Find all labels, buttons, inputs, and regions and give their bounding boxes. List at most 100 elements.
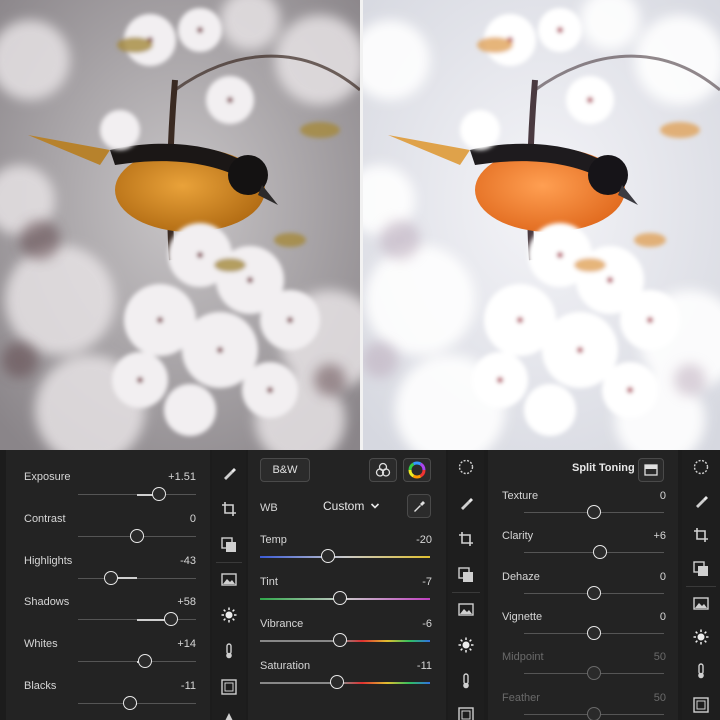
contrast-value[interactable]: 0 (190, 513, 196, 525)
split-toning-icon (644, 464, 658, 476)
vignette-frame-icon[interactable] (457, 706, 475, 720)
highlights-label: Highlights (24, 554, 73, 567)
image-adjust-icon[interactable] (457, 600, 475, 618)
vignette-slider-thumb[interactable] (587, 625, 601, 640)
thermometer-icon[interactable] (692, 662, 710, 680)
texture-label: Texture (502, 490, 539, 502)
feather-label: Feather (502, 691, 540, 704)
layers-icon[interactable] (692, 560, 710, 578)
brush-icon[interactable] (457, 494, 475, 512)
eyedropper-icon (414, 501, 425, 512)
thermometer-icon[interactable] (220, 642, 238, 660)
temp-value[interactable]: -20 (416, 534, 432, 546)
color-mix-button[interactable] (369, 458, 397, 482)
image-adjust-icon[interactable] (220, 570, 238, 588)
split-toning-label: Split Toning (572, 462, 635, 474)
saturation-slider-thumb[interactable] (329, 675, 344, 689)
shadows-label: Shadows (24, 596, 70, 609)
bw-button[interactable]: B&W (260, 458, 310, 482)
shadows-slider-thumb[interactable] (164, 612, 179, 627)
wb-value: Custom (323, 499, 365, 513)
sun-icon[interactable] (692, 628, 710, 646)
contrast-label: Contrast (24, 512, 66, 525)
clarity-slider-thumb[interactable] (592, 545, 607, 560)
crop-icon[interactable] (457, 530, 475, 548)
midpoint-value[interactable]: 50 (654, 651, 666, 663)
exposure-slider-thumb[interactable] (152, 487, 167, 501)
tint-value[interactable]: -7 (422, 576, 432, 588)
sun-icon[interactable] (220, 606, 238, 624)
edit-panels: Exposure +1.51 Contrast 0 Highlights -43 Shado… (0, 450, 720, 720)
effects-panel: Split Toning Texture 0 Clarity +6 Dehaze 0 Vig… (488, 450, 678, 720)
tool-rail-2 (448, 450, 484, 720)
feather-slider-thumb[interactable] (587, 706, 601, 720)
image-adjust-icon[interactable] (692, 594, 710, 612)
vignette-frame-icon[interactable] (692, 696, 710, 714)
sun-icon[interactable] (457, 636, 475, 654)
color-panel: B&W WB Custom Temp -20 Tint -7 Vibrance -6 Sat… (248, 450, 446, 720)
blacks-value[interactable]: -11 (181, 680, 196, 692)
feather-value[interactable]: 50 (654, 692, 666, 704)
saturation-slider-track[interactable] (260, 682, 430, 684)
contrast-slider-thumb[interactable] (130, 528, 144, 543)
clarity-value[interactable]: +6 (653, 530, 666, 542)
before-after-comparison (0, 0, 720, 450)
midpoint-label: Midpoint (502, 651, 544, 664)
vibrance-label: Vibrance (260, 618, 304, 630)
dehaze-value[interactable]: 0 (660, 571, 666, 583)
color-wheel-icon (408, 461, 426, 479)
temp-slider-thumb[interactable] (321, 549, 335, 563)
blacks-slider-track[interactable] (78, 703, 196, 704)
vignette-label: Vignette (502, 610, 543, 623)
blacks-label: Blacks (24, 680, 57, 692)
color-grading-button[interactable] (403, 458, 431, 482)
crop-icon[interactable] (692, 526, 710, 544)
vignette-frame-icon[interactable] (220, 678, 238, 696)
after-photo (360, 0, 720, 450)
clarity-label: Clarity (502, 530, 534, 543)
saturation-label: Saturation (260, 660, 311, 672)
dehaze-slider-thumb[interactable] (587, 585, 601, 600)
vibrance-slider-thumb[interactable] (332, 633, 347, 647)
presets-icon[interactable] (692, 458, 710, 476)
eyedropper-button[interactable] (407, 494, 431, 518)
texture-slider-thumb[interactable] (587, 505, 601, 519)
dehaze-label: Dehaze (502, 570, 540, 583)
texture-value[interactable]: 0 (660, 490, 666, 502)
whites-label: Whites (24, 638, 58, 651)
layers-icon[interactable] (220, 536, 238, 554)
brush-icon[interactable] (220, 464, 238, 482)
thermometer-icon[interactable] (457, 672, 475, 690)
exposure-label: Exposure (24, 471, 71, 483)
temp-label: Temp (260, 534, 287, 546)
highlights-slider-track[interactable] (78, 577, 196, 579)
layers-icon[interactable] (457, 566, 475, 584)
tool-rail-1 (212, 450, 246, 720)
tint-slider-thumb[interactable] (332, 591, 347, 605)
vibrance-value[interactable]: -6 (422, 618, 432, 630)
temp-slider-track[interactable] (260, 556, 430, 558)
wb-label: WB (260, 502, 278, 514)
presets-icon[interactable] (457, 458, 475, 476)
brush-icon[interactable] (692, 492, 710, 510)
tool-rail-3 (682, 450, 720, 720)
whites-value[interactable]: +14 (177, 638, 196, 650)
split-toning-button[interactable] (638, 458, 664, 482)
crop-icon[interactable] (220, 500, 238, 518)
blacks-slider-thumb[interactable] (122, 696, 137, 710)
color-mix-icon (375, 462, 391, 477)
exposure-value[interactable]: +1.51 (168, 471, 196, 483)
triangle-icon[interactable] (220, 708, 238, 720)
vignette-value[interactable]: 0 (660, 611, 666, 623)
comparison-divider[interactable] (360, 0, 363, 450)
tint-label: Tint (260, 576, 278, 588)
midpoint-slider-thumb[interactable] (587, 666, 601, 681)
before-photo (0, 0, 360, 450)
chevron-down-icon (371, 503, 380, 509)
saturation-value[interactable]: -11 (417, 660, 432, 672)
highlights-value[interactable]: -43 (180, 555, 196, 567)
whites-slider-thumb[interactable] (138, 654, 153, 669)
wb-dropdown[interactable]: Custom (323, 499, 380, 513)
shadows-value[interactable]: +58 (177, 596, 196, 608)
highlights-slider-thumb[interactable] (104, 570, 119, 585)
